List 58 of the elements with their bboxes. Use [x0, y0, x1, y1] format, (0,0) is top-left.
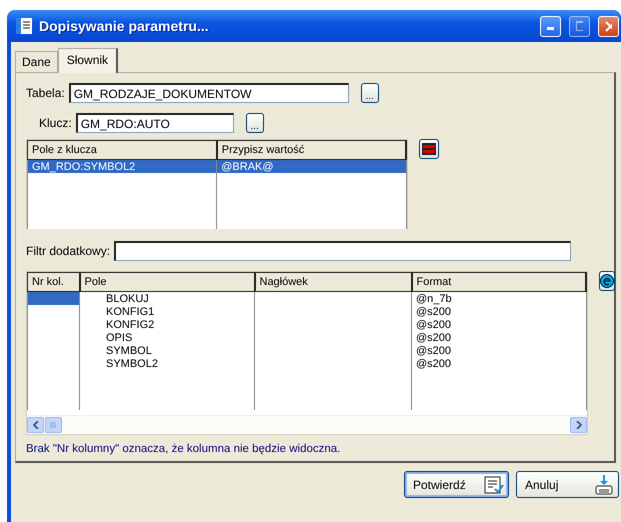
e-circle-icon: [600, 274, 614, 288]
column-header[interactable]: Nagłówek: [254, 272, 412, 292]
grip-icon: [50, 422, 57, 428]
tab[interactable]: Słownik: [58, 48, 118, 73]
input-field[interactable]: GM_RDO:AUTO: [76, 113, 234, 133]
table-cell: KONFIG2: [80, 318, 254, 331]
minimize-button[interactable]: [540, 16, 561, 36]
table-row[interactable]: KONFIG2 @s200: [28, 318, 586, 331]
table-cell: SYMBOL: [80, 344, 254, 357]
close-button[interactable]: [598, 16, 619, 36]
document-icon: [15, 17, 33, 35]
scroll-right-button[interactable]: [570, 417, 587, 433]
edit-button[interactable]: [599, 271, 615, 291]
table-cell: SYMBOL2: [80, 357, 254, 370]
table-cell: @s200: [412, 344, 586, 357]
table-cell: KONFIG1: [80, 305, 254, 318]
table-row[interactable]: SYMBOL2 @s200: [28, 357, 586, 370]
confirm-button[interactable]: Potwierdź: [404, 471, 509, 498]
scrollbar-thumb[interactable]: [45, 417, 62, 433]
table-cell: BLOKUJ: [80, 292, 254, 305]
chevron-left-icon: [32, 421, 38, 429]
table-cell: @n_7b: [412, 292, 586, 305]
minus-icon: [422, 143, 436, 155]
browse-button[interactable]: ...: [246, 113, 264, 133]
maximize-button[interactable]: [569, 16, 590, 36]
table-cell: OPIS: [80, 331, 254, 344]
delete-row-button[interactable]: [419, 139, 439, 159]
tray-arrow-icon: [594, 474, 614, 494]
column-header[interactable]: Przypisz wartość: [216, 140, 406, 160]
column-header[interactable]: Pole: [80, 272, 254, 292]
table-row[interactable]: GM_RDO:SYMBOL2 @BRAK@: [28, 160, 406, 173]
column-header[interactable]: Format: [412, 272, 586, 292]
table-cell: @s200: [412, 357, 586, 370]
table-row[interactable]: KONFIG1 @s200: [28, 305, 586, 318]
table-cell: GM_RDO:SYMBOL2: [28, 160, 217, 173]
cancel-button[interactable]: Anuluj: [516, 471, 619, 498]
table-cell: @s200: [412, 318, 586, 331]
column-header[interactable]: Pole z klucza: [28, 140, 217, 160]
maximize-icon: [576, 21, 583, 31]
hint-text: Brak "Nr kolumny" oznacza, że kolumna nie będzie widoczna.: [26, 443, 342, 455]
field-label: Tabela:: [26, 86, 65, 100]
table-cell: @BRAK@: [216, 160, 406, 173]
window-title: Dopisywanie parametru...: [39, 18, 210, 34]
scroll-left-button[interactable]: [27, 417, 44, 433]
table-cell: @s200: [412, 331, 586, 344]
input-field[interactable]: GM_RODZAJE_DOKUMENTOW: [68, 83, 349, 103]
table-cell: @s200: [412, 305, 586, 318]
document-check-icon: [484, 476, 504, 494]
input-field[interactable]: [114, 241, 572, 261]
table-row[interactable]: OPIS @s200: [28, 331, 586, 344]
tab[interactable]: Dane: [15, 51, 58, 72]
browse-button[interactable]: ...: [360, 83, 379, 103]
chevron-right-icon: [576, 421, 582, 429]
table-row[interactable]: SYMBOL @s200: [28, 344, 586, 357]
field-label: Filtr dodatkowy:: [26, 244, 110, 258]
field-label: Klucz:: [39, 116, 72, 130]
table-row[interactable]: BLOKUJ @n_7b: [28, 292, 586, 305]
column-header[interactable]: Nr kol.: [28, 272, 80, 292]
